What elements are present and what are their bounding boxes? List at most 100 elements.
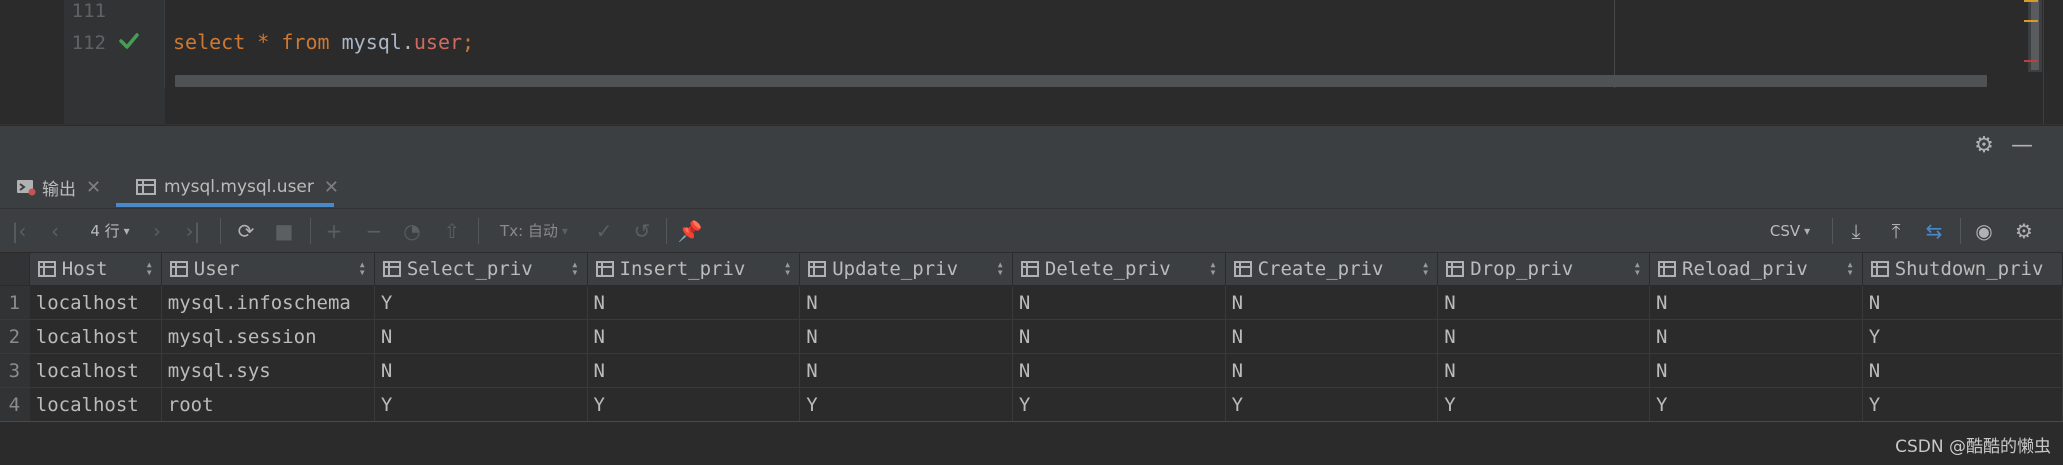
sort-icon[interactable]: ▴ ▾ bbox=[359, 258, 366, 278]
table-cell[interactable]: Y bbox=[799, 387, 1013, 422]
table-row[interactable]: 3 localhost mysql.sys N N N N N N N N bbox=[0, 353, 2063, 388]
column-header[interactable]: Delete_priv ▴ ▾ bbox=[1012, 253, 1226, 286]
column-header[interactable]: Insert_priv ▴ ▾ bbox=[587, 253, 801, 286]
row-count-dropdown[interactable]: 4 行 ▾ bbox=[80, 209, 140, 252]
refresh-icon[interactable]: ⟳ bbox=[232, 209, 260, 252]
previous-page-icon[interactable]: ‹ bbox=[42, 209, 68, 252]
compare-icon[interactable]: ⇆ bbox=[1920, 209, 1948, 252]
table-cell[interactable]: root bbox=[161, 387, 375, 422]
table-cell[interactable]: Y bbox=[1862, 387, 2063, 422]
table-cell[interactable]: N bbox=[1437, 353, 1650, 388]
view-eye-icon[interactable]: ◉ bbox=[1970, 209, 1998, 252]
table-cell[interactable]: Y bbox=[587, 387, 801, 422]
first-page-icon[interactable]: |‹ bbox=[6, 209, 32, 252]
column-header[interactable]: User ▴ ▾ bbox=[161, 253, 375, 286]
table-cell[interactable]: N bbox=[587, 353, 801, 388]
add-row-icon[interactable]: + bbox=[320, 209, 348, 252]
table-cell[interactable]: localhost bbox=[29, 319, 162, 354]
table-cell[interactable]: mysql.infoschema bbox=[161, 285, 375, 320]
sort-icon[interactable]: ▴ ▾ bbox=[1422, 258, 1429, 278]
table-cell[interactable]: N bbox=[799, 353, 1013, 388]
horizontal-scrollbar[interactable] bbox=[175, 75, 1987, 87]
table-cell[interactable]: localhost bbox=[29, 353, 162, 388]
table-row[interactable]: 2 localhost mysql.session N N N N N N N … bbox=[0, 319, 2063, 354]
table-cell[interactable]: Y bbox=[1225, 387, 1439, 422]
table-cell[interactable]: N bbox=[799, 285, 1013, 320]
services-panel-header: ⚙ — bbox=[0, 126, 2063, 166]
table-cell[interactable]: Y bbox=[374, 387, 588, 422]
table-cell[interactable]: N bbox=[1649, 285, 1863, 320]
sort-icon[interactable]: ▴ ▾ bbox=[1209, 258, 1216, 278]
rollback-icon[interactable]: ↺ bbox=[628, 209, 656, 252]
submit-icon[interactable]: ⇧ bbox=[438, 209, 466, 252]
table-cell[interactable]: N bbox=[1649, 319, 1863, 354]
table-cell[interactable]: Y bbox=[1012, 387, 1226, 422]
sort-icon[interactable]: ▴ ▾ bbox=[997, 258, 1004, 278]
commit-icon[interactable]: ✓ bbox=[590, 209, 618, 252]
execution-success-check-icon bbox=[119, 33, 139, 49]
sort-icon[interactable]: ▴ ▾ bbox=[784, 258, 791, 278]
table-cell[interactable]: N bbox=[1225, 285, 1439, 320]
last-page-icon[interactable]: ›| bbox=[180, 209, 206, 252]
sort-icon[interactable]: ▴ ▾ bbox=[1634, 258, 1641, 278]
scroll-marker bbox=[2024, 20, 2038, 22]
code-editor[interactable]: 111 112 select * from mysql.user; bbox=[0, 0, 2063, 125]
column-header[interactable]: Drop_priv ▴ ▾ bbox=[1437, 253, 1650, 286]
column-header[interactable]: Shutdown_priv bbox=[1862, 253, 2063, 286]
table-cell[interactable]: N bbox=[1649, 353, 1863, 388]
table-cell[interactable]: Y bbox=[1649, 387, 1863, 422]
table-cell[interactable]: mysql.session bbox=[161, 319, 375, 354]
sql-statement[interactable]: select * from mysql.user; bbox=[173, 30, 474, 54]
tab-mysql-user[interactable]: mysql.mysql.user ✕ bbox=[136, 166, 339, 208]
column-header[interactable]: Create_priv ▴ ▾ bbox=[1225, 253, 1439, 286]
close-icon[interactable]: ✕ bbox=[324, 177, 339, 198]
delete-row-icon[interactable]: − bbox=[360, 209, 388, 252]
table-cell[interactable]: N bbox=[799, 319, 1013, 354]
upload-icon[interactable]: ⤒ bbox=[1882, 209, 1910, 252]
table-cell[interactable]: N bbox=[1862, 353, 2063, 388]
table-cell[interactable]: N bbox=[1012, 353, 1226, 388]
transaction-mode-dropdown[interactable]: Tx: 自动 ▾ bbox=[494, 209, 574, 252]
settings-gear-icon[interactable]: ⚙ bbox=[2010, 209, 2038, 252]
table-cell[interactable]: N bbox=[1225, 353, 1439, 388]
sort-icon[interactable]: ▴ ▾ bbox=[1846, 258, 1853, 278]
scroll-marker bbox=[2024, 60, 2038, 62]
table-cell[interactable]: N bbox=[1225, 319, 1439, 354]
table-cell[interactable]: N bbox=[1862, 285, 2063, 320]
table-cell[interactable]: Y bbox=[374, 285, 588, 320]
next-page-icon[interactable]: › bbox=[144, 209, 170, 252]
table-cell[interactable]: N bbox=[587, 319, 801, 354]
minimize-icon[interactable]: — bbox=[2010, 134, 2034, 158]
table-row[interactable]: 1 localhost mysql.infoschema Y N N N N N… bbox=[0, 285, 2063, 320]
table-cell[interactable]: localhost bbox=[29, 387, 162, 422]
table-cell[interactable]: N bbox=[374, 353, 588, 388]
close-icon[interactable]: ✕ bbox=[86, 177, 101, 198]
sort-icon[interactable]: ▴ ▾ bbox=[146, 258, 153, 278]
table-cell[interactable]: Y bbox=[1862, 319, 2063, 354]
table-cell[interactable]: N bbox=[587, 285, 801, 320]
pin-icon[interactable]: 📌 bbox=[676, 209, 704, 252]
revert-row-icon[interactable]: ◔ bbox=[398, 209, 426, 252]
column-header[interactable]: Update_priv ▴ ▾ bbox=[799, 253, 1013, 286]
result-grid[interactable]: Host ▴ ▾ User ▴ ▾ Select_priv ▴ ▾ Insert_priv ▴… bbox=[0, 253, 2063, 465]
table-row[interactable]: 4 localhost root Y Y Y Y Y Y Y Y bbox=[0, 387, 2063, 422]
column-icon bbox=[382, 261, 401, 277]
column-header[interactable]: Reload_priv ▴ ▾ bbox=[1649, 253, 1863, 286]
download-icon[interactable]: ⤓ bbox=[1842, 209, 1870, 252]
table-cell[interactable]: N bbox=[1437, 319, 1650, 354]
column-icon bbox=[1446, 261, 1465, 277]
column-header[interactable]: Select_priv ▴ ▾ bbox=[374, 253, 588, 286]
sort-icon[interactable]: ▴ ▾ bbox=[571, 258, 578, 278]
table-cell[interactable]: N bbox=[1012, 319, 1226, 354]
stop-icon[interactable]: ■ bbox=[270, 209, 298, 252]
table-cell[interactable]: N bbox=[374, 319, 588, 354]
table-cell[interactable]: N bbox=[1012, 285, 1226, 320]
tab-output[interactable]: 输出 ✕ bbox=[16, 166, 101, 208]
export-format-dropdown[interactable]: CSV ▾ bbox=[1762, 209, 1818, 252]
table-cell[interactable]: localhost bbox=[29, 285, 162, 320]
table-cell[interactable]: N bbox=[1437, 285, 1650, 320]
column-header[interactable]: Host ▴ ▾ bbox=[29, 253, 162, 286]
table-cell[interactable]: mysql.sys bbox=[161, 353, 375, 388]
table-cell[interactable]: Y bbox=[1437, 387, 1650, 422]
gear-icon[interactable]: ⚙ bbox=[1972, 134, 1996, 158]
